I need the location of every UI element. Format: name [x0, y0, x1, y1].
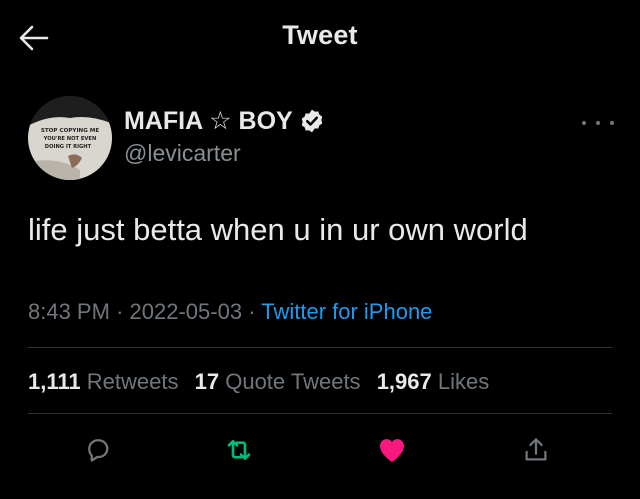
more-dot [610, 121, 614, 125]
tweet-time[interactable]: 8:43 PM [28, 299, 110, 324]
quote-tweets-count: 17 [194, 369, 220, 394]
retweets-label: Retweets [86, 369, 179, 394]
more-dot [596, 121, 600, 125]
retweet-icon [227, 440, 251, 460]
tweet-author: STOP COPYING ME YOU'RE NOT EVEN DOING IT… [28, 96, 618, 186]
like-button[interactable] [367, 425, 417, 475]
tweet-date[interactable]: 2022-05-03 [130, 299, 243, 324]
tweet-text: life just betta when u in ur own world [28, 212, 528, 247]
quote-tweets-stat[interactable]: 17 Quote Tweets [195, 369, 361, 394]
svg-text:YOU'RE NOT EVEN: YOU'RE NOT EVEN [43, 136, 97, 142]
user-handle[interactable]: @levicarter [124, 140, 241, 167]
action-bar [0, 425, 640, 475]
divider [28, 347, 612, 348]
reply-icon [88, 439, 109, 462]
retweet-button[interactable] [214, 425, 264, 475]
meta-separator: · [248, 299, 256, 324]
avatar[interactable]: STOP COPYING ME YOU'RE NOT EVEN DOING IT… [28, 96, 112, 180]
verified-badge-icon [299, 108, 325, 134]
likes-label: Likes [437, 369, 490, 394]
quote-tweets-label: Quote Tweets [225, 369, 361, 394]
more-dot [582, 121, 586, 125]
retweets-count: 1,111 [28, 369, 81, 394]
likes-count: 1,967 [376, 369, 432, 394]
heart-icon [380, 439, 404, 462]
tweet-source-link[interactable]: Twitter for iPhone [261, 299, 432, 324]
avatar-image: STOP COPYING ME YOU'RE NOT EVEN DOING IT… [28, 96, 112, 180]
likes-stat[interactable]: 1,967 Likes [377, 369, 490, 394]
more-options-icon[interactable] [582, 114, 614, 132]
svg-text:DOING IT RIGHT: DOING IT RIGHT [45, 144, 92, 150]
page-title: Tweet [282, 20, 358, 50]
divider [28, 413, 612, 414]
display-name: MAFIA ☆ BOY [124, 107, 293, 135]
display-name-row[interactable]: MAFIA ☆ BOY [124, 106, 325, 136]
reply-button[interactable] [73, 425, 123, 475]
tweet-stats: 1,111 Retweets 17 Quote Tweets 1,967 Lik… [28, 369, 499, 395]
share-icon [525, 438, 547, 461]
share-button[interactable] [511, 425, 561, 475]
top-bar: Tweet [0, 0, 640, 76]
tweet-meta: 8:43 PM · 2022-05-03 · Twitter for iPhon… [28, 299, 432, 325]
svg-text:STOP COPYING ME: STOP COPYING ME [41, 128, 100, 134]
retweets-stat[interactable]: 1,111 Retweets [28, 369, 178, 394]
meta-separator: · [116, 299, 124, 324]
